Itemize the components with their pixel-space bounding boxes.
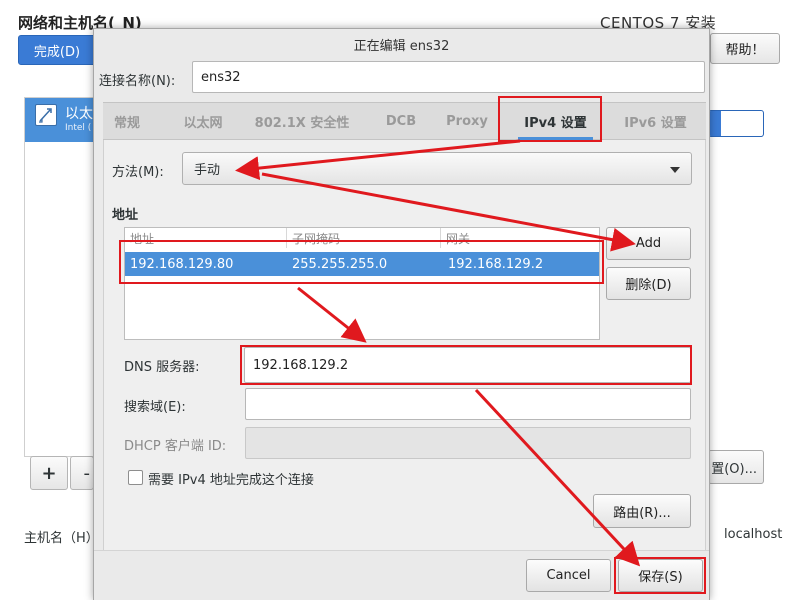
dialog-title: 正在编辑 ens32 [353, 39, 450, 54]
column-header-gateway[interactable]: 网关 [441, 228, 599, 248]
cell-gateway: 192.168.129.2 [448, 256, 544, 272]
tab-8021x-security[interactable]: 802.1X 安全性 [246, 103, 358, 140]
cancel-button[interactable]: Cancel [526, 559, 611, 592]
device-toggle-switch[interactable] [708, 110, 764, 137]
column-header-netmask[interactable]: 子网掩码 [287, 228, 441, 248]
column-header-address[interactable]: 地址 [125, 228, 287, 248]
toggle-fill [709, 111, 721, 136]
device-name: 以太 [65, 106, 93, 122]
cell-address: 192.168.129.80 [130, 256, 234, 272]
dns-servers-label: DNS 服务器: [124, 360, 200, 375]
search-domain-input[interactable] [245, 388, 691, 420]
ipv4-settings-panel [103, 140, 706, 550]
tab-general[interactable]: 常规 [103, 103, 151, 140]
require-ipv4-checkbox[interactable] [128, 470, 143, 485]
configure-button[interactable]: 置(O)... [708, 450, 764, 484]
hostname-label: 主机名（H） [24, 531, 99, 546]
tab-bar: 常规 以太网 802.1X 安全性 DCB Proxy IPv4 设置 IPv6… [103, 102, 706, 140]
remove-device-button[interactable]: - [70, 456, 94, 490]
tab-proxy[interactable]: Proxy [435, 103, 499, 140]
save-button[interactable]: 保存(S) [618, 559, 703, 592]
network-device-list: 以太 Intel ( [24, 97, 100, 457]
dhcp-client-id-label: DHCP 客户端 ID: [124, 439, 227, 454]
method-dropdown[interactable]: 手动 [182, 152, 692, 185]
tab-dcb[interactable]: DCB [373, 103, 429, 140]
tab-ipv4-settings[interactable]: IPv4 设置 [508, 103, 603, 140]
add-address-button[interactable]: Add [606, 227, 691, 260]
tab-ipv6-settings[interactable]: IPv6 设置 [608, 103, 703, 140]
edit-connection-dialog: 正在编辑 ens32 连接名称(N): ens32 常规 以太网 802.1X … [93, 28, 710, 600]
dns-servers-input[interactable]: 192.168.129.2 [244, 347, 691, 383]
chevron-down-icon [670, 167, 680, 173]
hostname-value: localhost [724, 527, 783, 542]
cell-netmask: 255.255.255.0 [292, 256, 388, 272]
dhcp-client-id-input[interactable] [245, 427, 691, 459]
ethernet-icon [35, 104, 57, 126]
search-domain-label: 搜索域(E): [124, 400, 186, 415]
connection-name-input[interactable]: ens32 [192, 61, 705, 93]
tab-ipv4-label: IPv4 设置 [524, 116, 587, 131]
dialog-footer: Cancel 保存(S) [94, 550, 709, 600]
method-label: 方法(M): [112, 165, 164, 180]
routes-button[interactable]: 路由(R)... [593, 494, 691, 528]
connection-name-label: 连接名称(N): [99, 74, 176, 89]
device-subtitle: Intel ( [65, 123, 92, 133]
help-button[interactable]: 帮助！ [710, 33, 780, 64]
delete-address-button[interactable]: 删除(D) [606, 267, 691, 300]
device-list-item[interactable]: 以太 Intel ( [25, 98, 100, 142]
address-table: 地址 子网掩码 网关 192.168.129.80 255.255.255.0 … [124, 227, 600, 340]
done-button[interactable]: 完成(D) [18, 35, 96, 65]
tab-ethernet[interactable]: 以太网 [171, 103, 235, 140]
table-row[interactable]: 192.168.129.80 255.255.255.0 192.168.129… [125, 252, 599, 276]
method-value: 手动 [194, 163, 221, 178]
add-device-button[interactable]: + [30, 456, 68, 490]
addresses-heading: 地址 [112, 208, 139, 223]
require-ipv4-label: 需要 IPv4 地址完成这个连接 [148, 473, 314, 488]
